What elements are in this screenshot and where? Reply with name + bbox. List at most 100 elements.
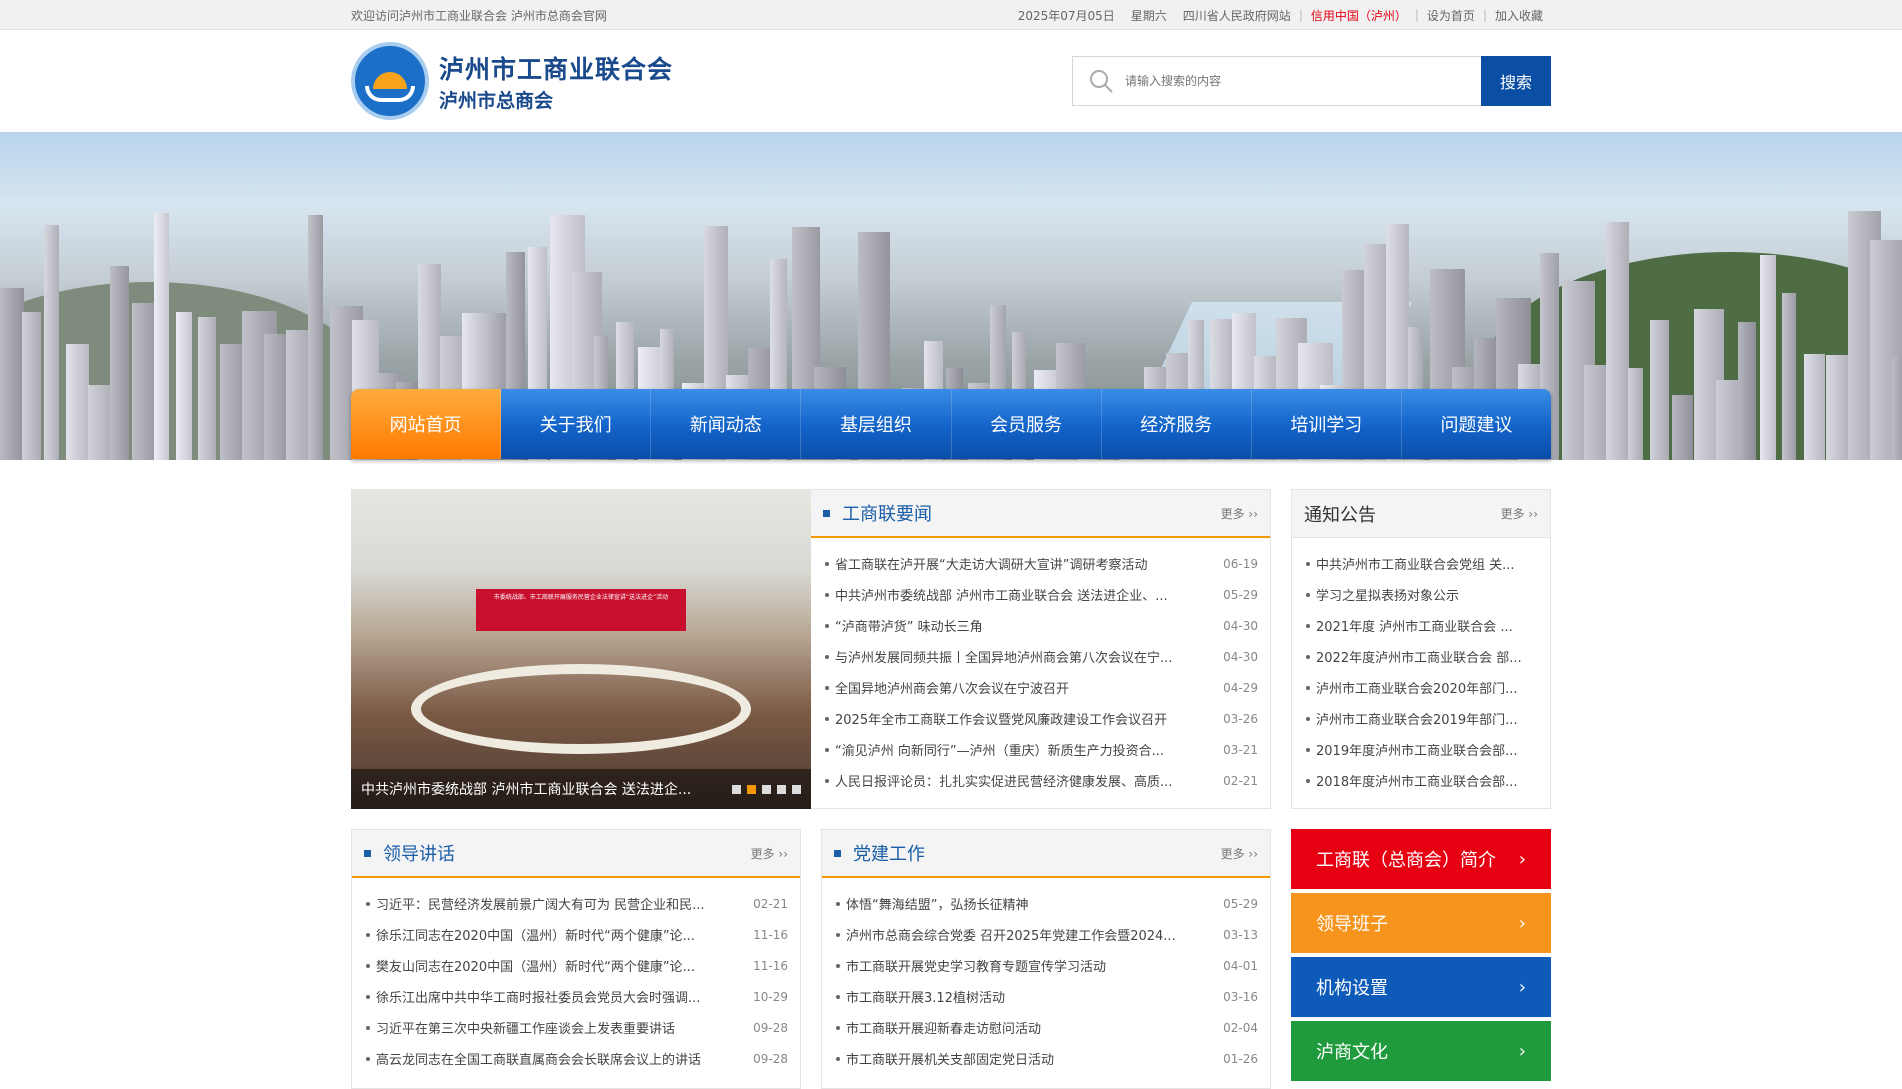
- list-item[interactable]: 2022年度泸州市工商业联合会 部...: [1304, 641, 1538, 672]
- list-item[interactable]: 徐乐江同志在2020中国（温州）新时代“两个健康”论... 11-16: [364, 919, 788, 950]
- list-item[interactable]: 2021年度 泸州市工商业联合会 ...: [1304, 610, 1538, 641]
- building-shape: [1628, 368, 1643, 460]
- notice-more-link[interactable]: 更多 ››: [1501, 505, 1538, 522]
- list-item-title[interactable]: 2022年度泸州市工商业联合会 部...: [1304, 647, 1538, 666]
- nav-home[interactable]: 网站首页: [351, 389, 502, 459]
- search-button[interactable]: 搜索: [1481, 56, 1551, 106]
- search-bar: 搜索: [1072, 56, 1551, 106]
- culture-button[interactable]: 泸商文化 ›: [1291, 1021, 1551, 1081]
- nav-about[interactable]: 关于我们: [501, 389, 652, 459]
- news-panel: 工商联要闻 更多 ›› 省工商联在泸开展“大走访大调研大宣讲”调研考察活动 06-…: [811, 489, 1271, 809]
- link-add-favorite[interactable]: 加入收藏: [1487, 7, 1551, 24]
- list-item[interactable]: 全国异地泸州商会第八次会议在宁波召开 04-29: [823, 672, 1258, 703]
- list-item-title[interactable]: 泸州市工商业联合会2019年部门...: [1304, 709, 1538, 728]
- list-item[interactable]: 泸州市工商业联合会2019年部门...: [1304, 703, 1538, 734]
- intro-button[interactable]: 工商联（总商会）简介 ›: [1291, 829, 1551, 889]
- list-item-title[interactable]: 中共泸州市工商业联合会党组 关...: [1304, 554, 1538, 573]
- list-item[interactable]: 2018年度泸州市工商业联合会部...: [1304, 765, 1538, 796]
- list-item[interactable]: 泸州市工商业联合会2020年部门...: [1304, 672, 1538, 703]
- list-item-title[interactable]: 省工商联在泸开展“大走访大调研大宣讲”调研考察活动: [823, 554, 1203, 573]
- leadership-button[interactable]: 领导班子 ›: [1291, 893, 1551, 953]
- list-item-title[interactable]: “渝见泸州 向新同行”—泸州（重庆）新质生产力投资合...: [823, 740, 1203, 759]
- list-item-title[interactable]: 2021年度 泸州市工商业联合会 ...: [1304, 616, 1538, 635]
- list-item-date: 02-21: [1223, 773, 1258, 788]
- building-shape: [176, 312, 192, 460]
- list-item[interactable]: 市工商联开展迎新春走访慰问活动 02-04: [834, 1012, 1258, 1043]
- nav-member-service[interactable]: 会员服务: [952, 389, 1102, 459]
- list-item[interactable]: 中共泸州市工商业联合会党组 关...: [1304, 548, 1538, 579]
- list-item[interactable]: 市工商联开展机关支部固定党日活动 01-26: [834, 1043, 1258, 1074]
- list-item[interactable]: 体悟“舞海结盟”，弘扬长征精神 05-29: [834, 888, 1258, 919]
- list-item[interactable]: 2019年度泸州市工商业联合会部...: [1304, 734, 1538, 765]
- list-item[interactable]: “泸商带泸货” 味动长三角 04-30: [823, 610, 1258, 641]
- news-slider[interactable]: 市委统战部、市工商联开展服务民营企业法律宣讲“送法进企”活动 中共泸州市委统战部…: [351, 489, 811, 809]
- list-item[interactable]: 中共泸州市委统战部 泸州市工商业联合会 送法进企业、... 05-29: [823, 579, 1258, 610]
- list-item-title[interactable]: 市工商联开展党史学习教育专题宣传学习活动: [834, 956, 1203, 975]
- building-shape: [44, 225, 59, 460]
- organization-button[interactable]: 机构设置 ›: [1291, 957, 1551, 1017]
- chevron-right-icon: ›: [1518, 1040, 1526, 1062]
- list-item-title[interactable]: 泸州市总商会综合党委 召开2025年党建工作会暨2024...: [834, 925, 1203, 944]
- list-item-title[interactable]: 与泸州发展同频共振丨全国异地泸州商会第八次会议在宁...: [823, 647, 1203, 666]
- list-item-title[interactable]: 泸州市工商业联合会2020年部门...: [1304, 678, 1538, 697]
- list-item[interactable]: 2025年全市工商联工作会议暨党风廉政建设工作会议召开 03-26: [823, 703, 1258, 734]
- nav-training[interactable]: 培训学习: [1252, 389, 1402, 459]
- list-item[interactable]: 习近平：民营经济发展前景广阔大有可为 民营企业和民... 02-21: [364, 888, 788, 919]
- list-item[interactable]: 学习之星拟表扬对象公示: [1304, 579, 1538, 610]
- list-item-date: 11-16: [753, 958, 788, 973]
- building-shape: [22, 312, 41, 460]
- list-item-title[interactable]: 习近平：民营经济发展前景广阔大有可为 民营企业和民...: [364, 894, 733, 913]
- link-credit-china[interactable]: 信用中国（泸州）: [1303, 7, 1415, 24]
- list-item-title[interactable]: 市工商联开展机关支部固定党日活动: [834, 1049, 1203, 1068]
- list-item[interactable]: 徐乐江出席中共中华工商时报社委员会党员大会时强调... 10-29: [364, 981, 788, 1012]
- slider-dot[interactable]: [777, 784, 786, 794]
- link-set-homepage[interactable]: 设为首页: [1419, 7, 1483, 24]
- slider-dot[interactable]: [762, 784, 771, 794]
- list-item[interactable]: 人民日报评论员：扎扎实实促进民营经济健康发展、高质... 02-21: [823, 765, 1258, 796]
- list-item-title[interactable]: 市工商联开展迎新春走访慰问活动: [834, 1018, 1203, 1037]
- speech-more-link[interactable]: 更多 ››: [751, 845, 788, 862]
- list-item[interactable]: 市工商联开展党史学习教育专题宣传学习活动 04-01: [834, 950, 1258, 981]
- list-item[interactable]: 市工商联开展3.12植树活动 03-16: [834, 981, 1258, 1012]
- nav-news[interactable]: 新闻动态: [651, 389, 802, 459]
- list-item-title[interactable]: 习近平在第三次中央新疆工作座谈会上发表重要讲话: [364, 1018, 733, 1037]
- list-item-title[interactable]: 2018年度泸州市工商业联合会部...: [1304, 771, 1538, 790]
- list-item[interactable]: 省工商联在泸开展“大走访大调研大宣讲”调研考察活动 06-19: [823, 548, 1258, 579]
- list-item-title[interactable]: 高云龙同志在全国工商联直属商会会长联席会议上的讲话: [364, 1049, 733, 1068]
- list-item[interactable]: 泸州市总商会综合党委 召开2025年党建工作会暨2024... 03-13: [834, 919, 1258, 950]
- slider-dot-active[interactable]: [747, 784, 756, 794]
- link-sichuan-gov[interactable]: 四川省人民政府网站: [1175, 7, 1299, 24]
- list-item[interactable]: 与泸州发展同频共振丨全国异地泸州商会第八次会议在宁... 04-30: [823, 641, 1258, 672]
- list-item[interactable]: 樊友山同志在2020中国（温州）新时代“两个健康”论... 11-16: [364, 950, 788, 981]
- emblem-icon: [351, 42, 429, 120]
- list-item-title[interactable]: 2025年全市工商联工作会议暨党风廉政建设工作会议召开: [823, 709, 1203, 728]
- search-input[interactable]: [1125, 74, 1425, 88]
- list-item[interactable]: 习近平在第三次中央新疆工作座谈会上发表重要讲话 09-28: [364, 1012, 788, 1043]
- party-more-link[interactable]: 更多 ››: [1221, 845, 1258, 862]
- building-shape: [1892, 358, 1902, 460]
- list-item-title[interactable]: 学习之星拟表扬对象公示: [1304, 585, 1538, 604]
- list-item-title[interactable]: 体悟“舞海结盟”，弘扬长征精神: [834, 894, 1203, 913]
- meeting-banner: 市委统战部、市工商联开展服务民营企业法律宣讲“送法进企”活动: [476, 589, 686, 631]
- list-item-date: 06-19: [1223, 556, 1258, 571]
- list-item[interactable]: “渝见泸州 向新同行”—泸州（重庆）新质生产力投资合... 03-21: [823, 734, 1258, 765]
- list-item-title[interactable]: 徐乐江出席中共中华工商时报社委员会党员大会时强调...: [364, 987, 733, 1006]
- nav-organizations[interactable]: 基层组织: [801, 389, 952, 459]
- nav-suggestions[interactable]: 问题建议: [1402, 389, 1551, 459]
- list-item-title[interactable]: 人民日报评论员：扎扎实实促进民营经济健康发展、高质...: [823, 771, 1203, 790]
- list-item-title[interactable]: “泸商带泸货” 味动长三角: [823, 616, 1203, 635]
- list-item-date: 05-29: [1223, 587, 1258, 602]
- list-item-title[interactable]: 徐乐江同志在2020中国（温州）新时代“两个健康”论...: [364, 925, 733, 944]
- slider-dot[interactable]: [732, 784, 741, 794]
- list-item-title[interactable]: 市工商联开展3.12植树活动: [834, 987, 1203, 1006]
- list-item-title[interactable]: 中共泸州市委统战部 泸州市工商业联合会 送法进企业、...: [823, 585, 1203, 604]
- list-item-title[interactable]: 2019年度泸州市工商业联合会部...: [1304, 740, 1538, 759]
- list-item-title[interactable]: 全国异地泸州商会第八次会议在宁波召开: [823, 678, 1203, 697]
- list-item-title[interactable]: 樊友山同志在2020中国（温州）新时代“两个健康”论...: [364, 956, 733, 975]
- list-item-date: 10-29: [753, 989, 788, 1004]
- list-item[interactable]: 高云龙同志在全国工商联直属商会会长联席会议上的讲话 09-28: [364, 1043, 788, 1074]
- nav-economic-service[interactable]: 经济服务: [1102, 389, 1252, 459]
- slider-dot[interactable]: [792, 784, 801, 794]
- site-logo[interactable]: 泸州市工商业联合会 泸州市总商会: [351, 42, 673, 120]
- news-more-link[interactable]: 更多 ››: [1221, 505, 1258, 522]
